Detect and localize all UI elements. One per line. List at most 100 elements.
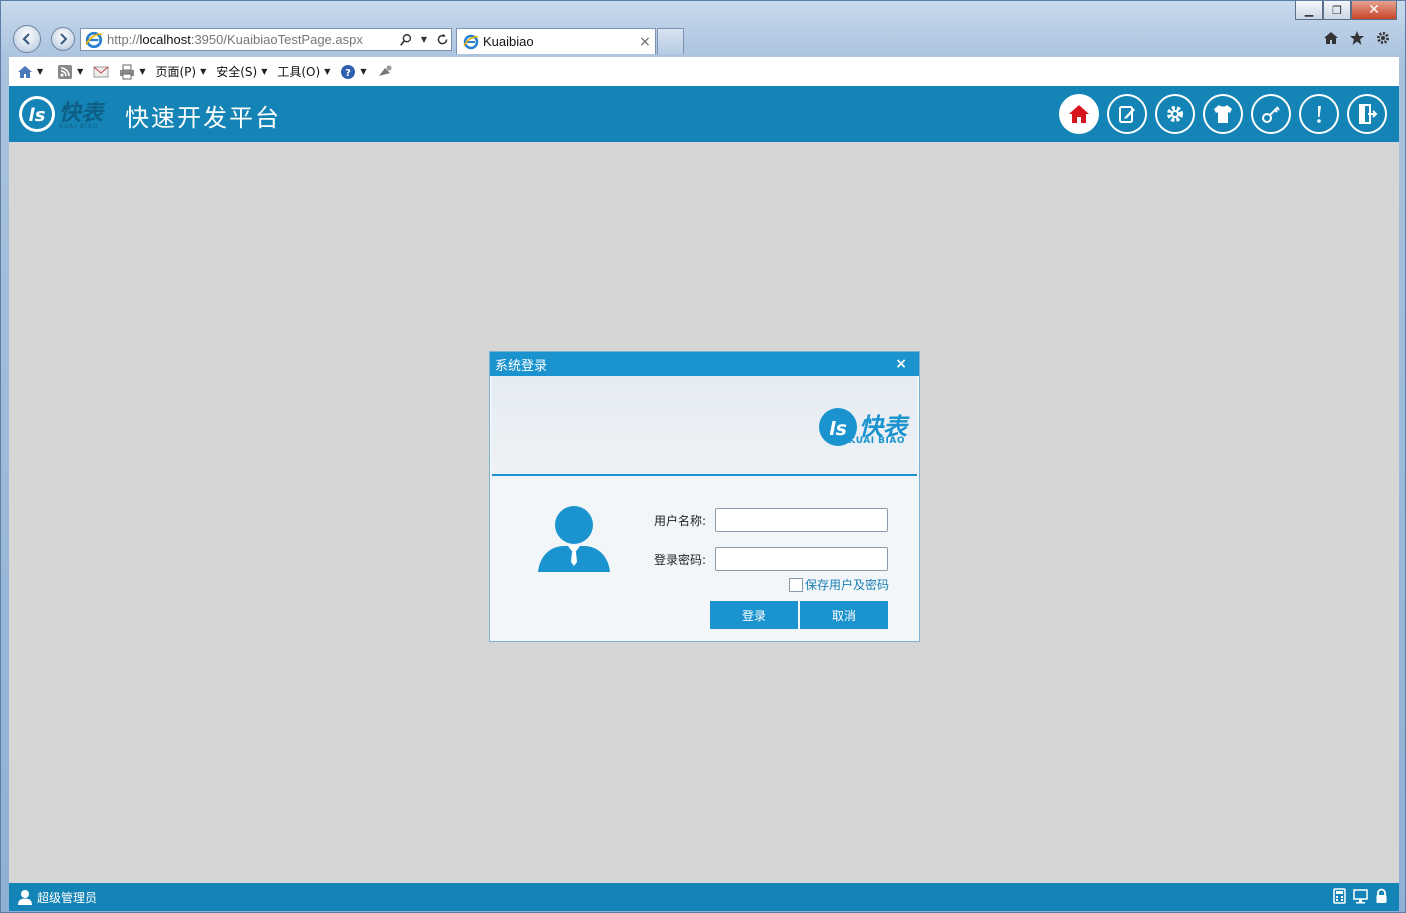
rss-feed-icon bbox=[58, 64, 73, 79]
username-label: 用户名称: bbox=[654, 513, 707, 528]
home-page-icon[interactable] bbox=[1323, 29, 1339, 47]
shirt-icon bbox=[1214, 105, 1232, 123]
minimize-button[interactable]: ▁ bbox=[1295, 1, 1323, 20]
tab-close-icon[interactable]: × bbox=[635, 34, 655, 50]
chevron-down-icon: ▼ bbox=[200, 67, 207, 76]
tab-kuaibiao[interactable]: Kuaibiao × bbox=[456, 28, 656, 54]
home-icon bbox=[18, 65, 32, 78]
banner-logo-sub: KUAI BIAO bbox=[848, 436, 905, 446]
key-icon bbox=[1262, 106, 1280, 123]
browser-window: http://localhost:3950/KuaibiaoTestPage.a… bbox=[0, 0, 1406, 913]
monitor-icon[interactable] bbox=[1353, 888, 1368, 904]
app-logo: ls 快表 KUAI BIAO bbox=[17, 94, 113, 134]
gear-icon bbox=[1167, 106, 1183, 122]
back-button[interactable] bbox=[13, 25, 41, 53]
chevron-down-icon[interactable]: ▼ bbox=[360, 67, 366, 76]
header-icon-bar bbox=[1059, 94, 1387, 134]
ie-tab-icon bbox=[463, 34, 479, 49]
cmd-research[interactable] bbox=[377, 64, 393, 80]
edit-button[interactable] bbox=[1107, 94, 1147, 134]
cmd-page[interactable]: 页面(P) ▼ bbox=[155, 63, 206, 80]
current-user: 超级管理员 bbox=[37, 890, 98, 905]
close-icon[interactable]: × bbox=[895, 356, 907, 372]
browser-title-row: http://localhost:3950/KuaibiaoTestPage.a… bbox=[1, 1, 1405, 55]
svg-text:ls: ls bbox=[829, 418, 847, 440]
cmd-mail[interactable] bbox=[93, 64, 109, 80]
user-avatar-icon bbox=[538, 506, 610, 572]
command-bar: ▼ ▼ ▼ 页面(P) ▼ 安全(S) ▼ 工具(O) ▼ ? ▼ bbox=[9, 56, 1399, 86]
chevron-down-icon[interactable]: ▼ bbox=[139, 67, 145, 76]
skin-button[interactable] bbox=[1203, 94, 1243, 134]
logo-word: 快表 bbox=[59, 101, 104, 126]
page-menu-label: 页面(P) bbox=[155, 65, 197, 79]
chevron-down-icon[interactable]: ▼ bbox=[77, 67, 83, 76]
about-button[interactable] bbox=[1299, 94, 1339, 134]
cmd-safety[interactable]: 安全(S) ▼ bbox=[216, 63, 267, 80]
browser-right-tools bbox=[1323, 29, 1391, 47]
cmd-home[interactable]: ▼ bbox=[17, 64, 43, 80]
tools-gear-icon[interactable] bbox=[1375, 29, 1391, 47]
dialog-banner: ls 快表 KUAI BIAO bbox=[492, 376, 917, 476]
edit-icon bbox=[1119, 106, 1135, 123]
forward-arrow-icon bbox=[60, 33, 68, 45]
remember-option[interactable]: 保存用户及密码 bbox=[789, 576, 889, 593]
back-arrow-icon bbox=[22, 33, 30, 45]
refresh-icon[interactable] bbox=[433, 31, 451, 49]
favorites-star-icon[interactable] bbox=[1349, 29, 1365, 47]
page-viewport: ls 快表 KUAI BIAO 快速开发平台 系统登录 × ls 快表 KUAI… bbox=[9, 86, 1399, 911]
tools-menu-label: 工具(O) bbox=[277, 65, 321, 79]
cmd-help[interactable]: ? ▼ bbox=[340, 64, 367, 80]
mail-icon bbox=[93, 66, 109, 77]
safety-menu-label: 安全(S) bbox=[216, 65, 258, 79]
address-url[interactable]: http://localhost:3950/KuaibiaoTestPage.a… bbox=[107, 32, 397, 47]
password-button[interactable] bbox=[1251, 94, 1291, 134]
settings-button[interactable] bbox=[1155, 94, 1195, 134]
kuaibiao-logo-icon: ls bbox=[19, 96, 55, 132]
username-row: 用户名称: bbox=[654, 508, 888, 532]
cmd-tools[interactable]: 工具(O) ▼ bbox=[277, 63, 330, 80]
cmd-print[interactable]: ▼ bbox=[119, 64, 145, 80]
new-tab-button[interactable] bbox=[657, 28, 684, 54]
calculator-icon[interactable] bbox=[1332, 888, 1347, 904]
lock-icon[interactable] bbox=[1374, 888, 1389, 904]
footer-tools bbox=[1332, 888, 1389, 904]
address-bar[interactable]: http://localhost:3950/KuaibiaoTestPage.a… bbox=[80, 28, 452, 51]
home-icon bbox=[1069, 105, 1089, 123]
app-header: ls 快表 KUAI BIAO 快速开发平台 bbox=[9, 86, 1399, 142]
chevron-down-icon[interactable]: ▼ bbox=[37, 67, 43, 76]
logout-icon bbox=[1359, 104, 1378, 124]
dialog-title: 系统登录 bbox=[495, 358, 548, 374]
research-icon bbox=[378, 65, 391, 76]
home-button[interactable] bbox=[1059, 94, 1099, 134]
password-row: 登录密码: bbox=[654, 547, 888, 571]
help-icon: ? bbox=[341, 64, 356, 79]
window-controls: ▁ ❐ ✕ bbox=[1295, 1, 1397, 20]
logout-button[interactable] bbox=[1347, 94, 1387, 134]
search-icon[interactable] bbox=[397, 31, 415, 49]
dialog-titlebar[interactable]: 系统登录 × bbox=[490, 352, 919, 376]
password-label: 登录密码: bbox=[654, 552, 707, 567]
maximize-button[interactable]: ❐ bbox=[1323, 1, 1351, 20]
login-dialog: 系统登录 × ls 快表 KUAI BIAO 用户名称: 登录密码: 保存用户及… bbox=[489, 351, 920, 642]
login-button[interactable]: 登录 bbox=[710, 601, 798, 629]
cancel-button[interactable]: 取消 bbox=[800, 601, 888, 629]
svg-text:ls: ls bbox=[29, 105, 46, 126]
user-icon bbox=[18, 890, 32, 905]
username-input[interactable] bbox=[715, 508, 888, 532]
password-input[interactable] bbox=[715, 547, 888, 571]
tab-label: Kuaibiao bbox=[483, 34, 534, 49]
chevron-down-icon: ▼ bbox=[324, 67, 331, 76]
close-window-button[interactable]: ✕ bbox=[1351, 1, 1397, 20]
ie-page-icon bbox=[85, 31, 103, 48]
chevron-down-icon: ▼ bbox=[261, 67, 268, 76]
remember-checkbox[interactable] bbox=[789, 577, 803, 592]
cmd-feeds[interactable]: ▼ bbox=[57, 64, 83, 80]
svg-text:?: ? bbox=[345, 68, 351, 79]
remember-label[interactable]: 保存用户及密码 bbox=[805, 576, 889, 593]
dropdown-icon[interactable]: ▼ bbox=[415, 31, 433, 49]
status-footer: 超级管理员 bbox=[9, 883, 1399, 911]
banner-logo: ls 快表 KUAI BIAO bbox=[817, 406, 907, 448]
alert-icon bbox=[1317, 106, 1321, 123]
print-icon bbox=[120, 64, 135, 79]
forward-button[interactable] bbox=[51, 27, 75, 51]
